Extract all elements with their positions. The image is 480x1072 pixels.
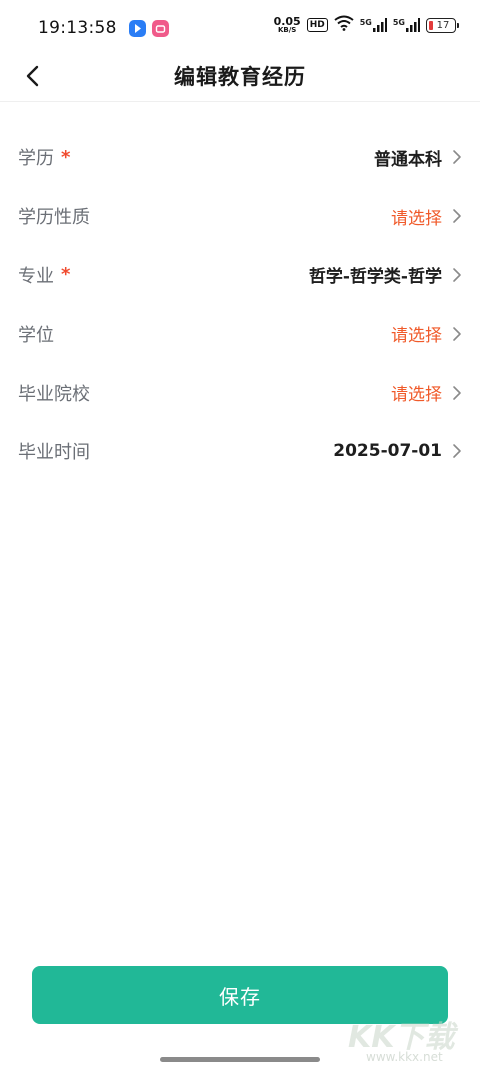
page-title: 编辑教育经历 — [174, 64, 306, 89]
form-row-degree[interactable]: 学位 请选择 — [0, 304, 480, 363]
row-label-text: 学位 — [18, 324, 54, 346]
net-speed-unit: KB/S — [277, 26, 297, 34]
row-label: 毕业院校 — [18, 380, 90, 406]
app-pink-icon — [151, 19, 169, 37]
chevron-right-icon — [452, 326, 462, 342]
row-label-text: 毕业时间 — [18, 442, 90, 464]
row-value: 请选择 — [391, 385, 442, 406]
signal-icon: 5G — [360, 18, 387, 32]
home-indicator[interactable] — [160, 1057, 320, 1062]
row-label: 学位 — [18, 321, 54, 347]
row-label: 学历性质 — [18, 203, 90, 229]
battery-fill — [429, 20, 433, 30]
form-row-school[interactable]: 毕业院校 请选择 — [0, 363, 480, 422]
chevron-left-icon — [26, 65, 39, 87]
form-row-education-type[interactable]: 学历性质 请选择 — [0, 187, 480, 246]
row-label-text: 学历 — [18, 148, 54, 170]
row-value: 普通本科 — [374, 149, 442, 170]
form-row-education-level[interactable]: 学历 * 普通本科 — [0, 128, 480, 187]
form-row-major[interactable]: 专业 * 哲学-哲学类-哲学 — [0, 246, 480, 305]
save-button[interactable]: 保存 — [32, 966, 448, 1024]
required-star: * — [61, 264, 71, 286]
row-label-text: 专业 — [18, 265, 54, 287]
nav-bar: 编辑教育经历 — [0, 50, 480, 102]
chevron-right-icon — [452, 443, 462, 459]
battery-icon: 17 — [426, 17, 459, 33]
back-button[interactable] — [14, 58, 50, 94]
row-label: 专业 * — [18, 262, 70, 288]
status-bar: 19:13:58 0.05 KB/S HD 5G 5G 17 — [0, 0, 480, 56]
row-label: 学历 * — [18, 144, 70, 170]
net-speed: 0.05 KB/S — [274, 16, 301, 34]
row-label: 毕业时间 — [18, 438, 90, 464]
signal-label: 5G — [392, 18, 405, 27]
chevron-right-icon — [452, 267, 462, 283]
education-form: 学历 * 普通本科 学历性质 请选择 专业 * 哲学-哲学类-哲学 学位 请选择 — [0, 128, 480, 481]
status-indicators: 0.05 KB/S HD 5G 5G 17 — [274, 15, 459, 35]
required-star: * — [61, 146, 71, 168]
battery-level: 17 — [436, 19, 450, 31]
row-label-text: 学历性质 — [18, 207, 90, 229]
row-value: 请选择 — [391, 326, 442, 347]
chevron-right-icon — [452, 208, 462, 224]
signal-icon: 5G — [393, 18, 420, 32]
row-label-text: 毕业院校 — [18, 383, 90, 405]
wifi-icon — [334, 15, 354, 35]
form-row-graduation-date[interactable]: 毕业时间 2025-07-01 — [0, 422, 480, 481]
row-value: 请选择 — [391, 208, 442, 229]
hd-badge: HD — [306, 18, 328, 32]
app-blue-icon — [128, 19, 146, 37]
signal-label: 5G — [359, 18, 372, 27]
chevron-right-icon — [452, 149, 462, 165]
row-value: 2025-07-01 — [333, 441, 442, 462]
watermark-logo-text: KK下载 — [348, 1020, 455, 1055]
row-value: 哲学-哲学类-哲学 — [308, 267, 442, 288]
chevron-right-icon — [452, 385, 462, 401]
watermark-url: www.kkx.net — [366, 1050, 443, 1064]
status-time: 19:13:58 — [38, 18, 117, 38]
